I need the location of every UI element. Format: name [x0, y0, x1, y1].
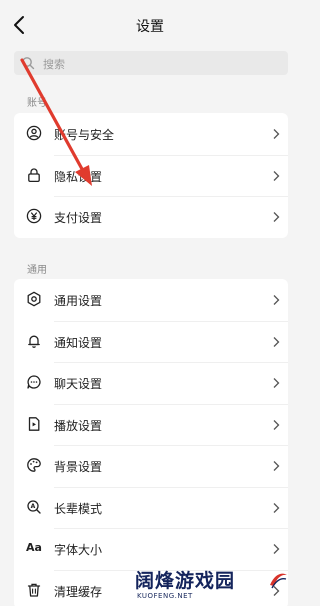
palette-icon	[27, 458, 41, 472]
list-item-background[interactable]: 背景设置	[14, 445, 288, 487]
list-item-payment[interactable]: 支付设置	[14, 196, 288, 238]
list-item-label: 通用设置	[54, 294, 103, 308]
chevron-right-icon	[273, 170, 280, 181]
gear-icon	[27, 291, 41, 307]
watermark-text: 阔烽游戏园	[135, 570, 236, 592]
chevron-right-icon	[273, 212, 280, 222]
list-item-label: 隐私设置	[54, 169, 103, 184]
list-item-label: 账号与安全	[54, 128, 115, 142]
list-item-label: 字体大小	[54, 543, 103, 557]
list-item-privacy[interactable]: 隐私设置	[14, 154, 288, 197]
chevron-right-icon	[273, 378, 280, 388]
chevron-right-icon	[273, 295, 280, 305]
watermark-logo: 阔烽游戏园 KUOFENG.NET	[135, 566, 295, 606]
chevron-right-icon	[273, 502, 280, 513]
list-item-label: 通知设置	[54, 335, 103, 350]
yen-circle-icon	[26, 208, 42, 224]
play-icon	[28, 416, 40, 431]
list-item-label: 聊天设置	[54, 377, 103, 391]
list-item-label: 背景设置	[54, 460, 103, 474]
trash-icon	[27, 583, 41, 597]
elder-icon: A	[27, 499, 41, 514]
settings-page: 设置 搜索 账号 账号与安全 隐私设置 支付设置 通用 通用设置 通知设置 聊天…	[0, 0, 300, 606]
general-card: 通用设置 通知设置 聊天设置 播放设置 背景设置 A 长辈模式 Aa 字体大小 …	[14, 279, 288, 606]
section-label-general: 通用	[27, 265, 47, 276]
list-item-label: 支付设置	[54, 211, 103, 225]
font-size-icon: Aa	[26, 541, 42, 554]
list-item-playback[interactable]: 播放设置	[14, 403, 288, 446]
list-item-font-size[interactable]: Aa 字体大小	[14, 528, 288, 570]
swoosh-icon	[270, 573, 287, 589]
list-item-elder-mode[interactable]: A 长辈模式	[14, 486, 288, 529]
account-card: 账号与安全 隐私设置 支付设置	[14, 113, 288, 238]
section-label-account: 账号	[27, 98, 47, 109]
list-item-label: 播放设置	[54, 418, 103, 433]
chevron-right-icon	[273, 419, 280, 430]
search-icon	[22, 57, 35, 70]
search-placeholder: 搜索	[43, 58, 65, 71]
chevron-right-icon	[273, 461, 280, 471]
list-item-label: 清理缓存	[54, 584, 103, 599]
list-item-label: 长辈模式	[54, 501, 103, 516]
header: 设置	[0, 0, 300, 50]
list-item-chat[interactable]: 聊天设置	[14, 362, 288, 404]
list-item-notifications[interactable]: 通知设置	[14, 320, 288, 363]
svg-text:A: A	[31, 503, 36, 510]
watermark-subtext: KUOFENG.NET	[137, 592, 193, 600]
search-input[interactable]: 搜索	[14, 51, 288, 75]
bell-icon	[28, 335, 40, 348]
chevron-right-icon	[273, 336, 280, 347]
list-item-general-settings[interactable]: 通用设置	[14, 279, 288, 321]
lock-icon	[28, 167, 40, 182]
chevron-right-icon	[273, 129, 280, 139]
chat-bubble-icon	[27, 375, 41, 389]
user-circle-icon	[26, 125, 42, 141]
chevron-right-icon	[273, 544, 280, 554]
page-title: 设置	[136, 19, 164, 35]
list-item-account-security[interactable]: 账号与安全	[14, 113, 288, 155]
